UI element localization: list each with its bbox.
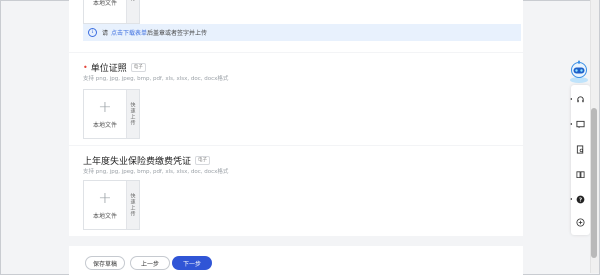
expand-caret-icon: ◂	[570, 121, 573, 126]
plus-icon: +	[98, 96, 112, 116]
expand-caret-icon: ◂	[570, 96, 573, 101]
local-file-button[interactable]: + 本地文件	[84, 90, 126, 138]
book-icon[interactable]	[575, 169, 586, 180]
quick-upload-label: 快速上传	[129, 102, 136, 126]
section-title-row: 上年度失业保险费缴费凭证 电子	[83, 154, 211, 167]
upload-box[interactable]: + 本地文件 快速上传	[83, 180, 140, 230]
quick-upload-label: 快速上传	[129, 193, 136, 217]
help-icon[interactable]: ◂ ?	[570, 194, 586, 205]
upload-card-unit-license: • 单位证照 电子 支持 png, jpg, jpeg, bmp, pdf, x…	[69, 53, 523, 145]
download-form-notice: i 请 点击下载表单 后盖章或者签字并上传	[83, 24, 521, 41]
plus-icon: +	[98, 187, 112, 207]
save-draft-button[interactable]: 保存草稿	[85, 256, 125, 270]
info-icon: i	[88, 28, 97, 37]
supported-formats: 支持 png, jpg, jpeg, bmp, pdf, xls, xlsx, …	[83, 76, 229, 82]
prev-step-button[interactable]: 上一步	[130, 256, 170, 270]
side-toolbar: ◂ ◂ ◂ ?	[570, 85, 590, 235]
document-search-icon[interactable]	[575, 144, 586, 155]
plus-icon[interactable]	[575, 217, 586, 228]
section-title-row: • 单位证照 电子	[83, 61, 146, 74]
local-file-label: 本地文件	[92, 121, 117, 129]
next-step-button[interactable]: 下一步	[172, 256, 212, 270]
upload-box[interactable]: + 本地文件 快速上传	[83, 89, 140, 139]
download-form-link[interactable]: 点击下载表单	[111, 28, 147, 37]
headset-icon[interactable]: ◂	[570, 94, 586, 105]
expand-caret-icon: ◂	[570, 196, 573, 201]
upload-card-form: 本地文件 传 i 请 点击下载表单 后盖章或者签字并上传	[69, 0, 523, 52]
upload-card-insurance-receipt: 上年度失业保险费缴费凭证 电子 支持 png, jpg, jpeg, bmp, …	[69, 146, 523, 236]
local-file-label: 本地文件	[92, 212, 117, 220]
local-file-button[interactable]: 本地文件	[84, 0, 126, 23]
message-icon[interactable]: ◂	[570, 119, 586, 130]
supported-formats: 支持 png, jpg, jpeg, bmp, pdf, xls, xlsx, …	[83, 169, 229, 175]
required-asterisk: •	[83, 63, 88, 72]
notice-prefix: 请	[102, 30, 109, 37]
robot-assistant-icon[interactable]	[567, 60, 591, 84]
quick-upload-button[interactable]: 快速上传	[126, 181, 139, 229]
local-file-label: 本地文件	[92, 0, 117, 7]
svg-text:?: ?	[579, 198, 582, 204]
action-bar: 保存草稿 上一步 下一步	[69, 246, 523, 275]
electronic-tag: 电子	[130, 63, 146, 72]
quick-upload-button[interactable]: 快速上传	[126, 90, 139, 138]
upload-box[interactable]: 本地文件 传	[83, 0, 140, 24]
quick-upload-button[interactable]: 传	[126, 0, 139, 23]
electronic-tag: 电子	[195, 156, 211, 165]
scrollbar-thumb[interactable]	[591, 108, 597, 258]
quick-upload-label: 传	[130, 0, 137, 2]
section-title: 单位证照	[90, 64, 127, 74]
local-file-button[interactable]: + 本地文件	[84, 181, 126, 229]
section-title: 上年度失业保险费缴费凭证	[83, 157, 192, 167]
notice-suffix: 后盖章或者签字并上传	[147, 30, 208, 37]
